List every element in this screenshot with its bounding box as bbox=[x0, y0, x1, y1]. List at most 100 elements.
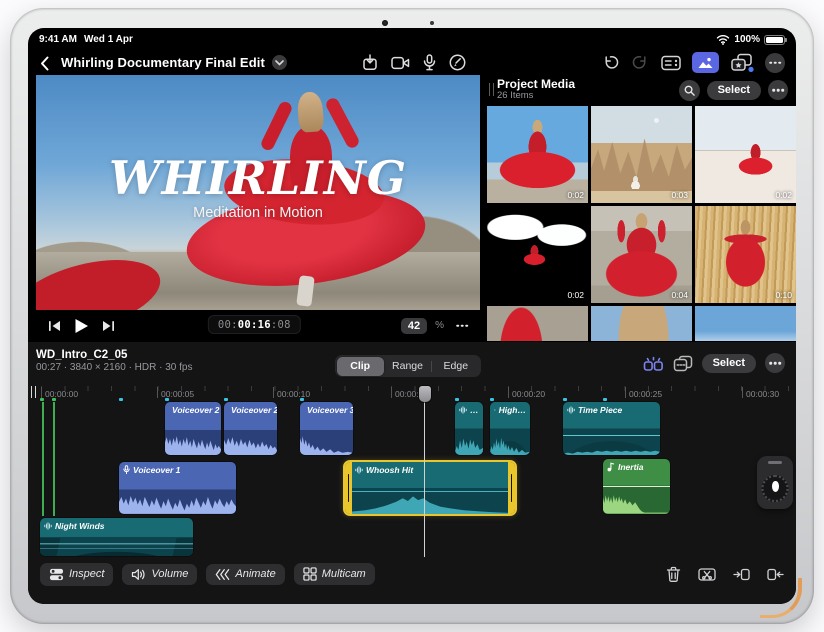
timecode-display[interactable]: 00:00:16:08 bbox=[207, 315, 301, 334]
insert-clip-button[interactable] bbox=[733, 567, 750, 582]
speaker-icon bbox=[132, 568, 146, 580]
timeline-clip-whoosh-hit-selected[interactable]: Whoosh Hit bbox=[343, 460, 517, 516]
pencil-tool-button[interactable] bbox=[449, 54, 466, 71]
insert-clip-icon bbox=[733, 568, 750, 580]
play-button[interactable] bbox=[74, 318, 89, 334]
project-media-panel: Project Media 26 Items Select 0:02 0:03 … bbox=[487, 75, 796, 341]
timeline-more-button[interactable] bbox=[765, 353, 785, 373]
back-button[interactable] bbox=[40, 56, 49, 71]
media-thumbnail[interactable]: 0:02 bbox=[487, 106, 588, 203]
timeline-clip-inertia[interactable]: Inertia bbox=[603, 459, 670, 514]
undo-button[interactable] bbox=[601, 53, 620, 72]
media-search-button[interactable] bbox=[678, 79, 700, 101]
timeline-clip-sfx-small[interactable]: … bbox=[455, 402, 483, 455]
play-icon bbox=[75, 318, 88, 333]
media-panel-title: Project Media bbox=[497, 76, 576, 91]
timeline-ruler[interactable]: 00:00:00 00:00:05 00:00:10 00:00:15 00:0… bbox=[28, 386, 796, 401]
screen: 9:41 AM Wed 1 Apr 100% Whirling Document… bbox=[28, 28, 796, 604]
status-bar: 9:41 AM Wed 1 Apr 100% bbox=[28, 31, 796, 48]
timeline-select-button[interactable]: Select bbox=[701, 353, 756, 373]
media-browser-toggle-active[interactable] bbox=[692, 52, 719, 73]
overlapping-clips-icon bbox=[673, 355, 692, 371]
ruler-start-marker bbox=[31, 386, 36, 398]
viewer-title-overlay: WHIRLING bbox=[108, 151, 408, 205]
timeline-clip-night-winds[interactable]: Night Winds bbox=[40, 518, 193, 556]
battery-icon bbox=[764, 34, 787, 45]
wifi-icon bbox=[717, 35, 730, 45]
audio-waveform-icon bbox=[355, 466, 363, 474]
bottom-toolbar: Inspect Volume Animate Multicam bbox=[28, 561, 796, 587]
jog-dial[interactable] bbox=[761, 475, 789, 502]
ruler-label: 00:00:20 bbox=[507, 386, 546, 399]
animate-button[interactable]: Animate bbox=[206, 563, 285, 585]
media-thumbnail[interactable] bbox=[591, 306, 692, 341]
jog-drag-handle[interactable] bbox=[768, 461, 782, 464]
music-note-icon bbox=[607, 462, 615, 472]
panel-drag-handle[interactable] bbox=[488, 83, 494, 96]
more-options-button[interactable] bbox=[765, 52, 785, 73]
media-thumbnail-grid: 0:02 0:03 0:02 0:02 0:04 0:10 bbox=[487, 106, 796, 341]
playhead-handle[interactable] bbox=[418, 386, 431, 402]
multicam-grid-icon bbox=[303, 567, 317, 581]
media-select-button[interactable]: Select bbox=[706, 80, 761, 100]
timeline-project-meta: 00:27 · 3840 × 2160 · HDR · 30 fps bbox=[36, 362, 193, 374]
playhead[interactable] bbox=[418, 386, 431, 557]
jog-wheel[interactable] bbox=[757, 456, 793, 509]
share-button[interactable] bbox=[362, 54, 378, 71]
ruler-label: 00:00:10 bbox=[272, 386, 311, 399]
skip-forward-button[interactable] bbox=[102, 320, 115, 332]
titles-effects-button[interactable] bbox=[730, 53, 754, 73]
media-thumbnail[interactable]: 0:02 bbox=[695, 106, 796, 203]
mode-clip[interactable]: Clip bbox=[336, 356, 384, 376]
timeline-clip-voiceover2b[interactable]: Voiceover 2 bbox=[224, 402, 277, 455]
media-thumbnail[interactable]: 0:03 bbox=[591, 106, 692, 203]
media-thumbnail[interactable] bbox=[695, 306, 796, 341]
timeline-clip-voiceover2a[interactable]: Voiceover 2 bbox=[165, 402, 221, 455]
inspect-button[interactable]: Inspect bbox=[40, 562, 114, 586]
timeline-header: WD_Intro_C2_05 00:27 · 3840 × 2160 · HDR… bbox=[28, 342, 796, 382]
mode-edge[interactable]: Edge bbox=[432, 357, 479, 376]
media-more-button[interactable] bbox=[768, 80, 788, 100]
connected-clip-line bbox=[53, 402, 55, 516]
corner-reflection bbox=[760, 578, 802, 618]
viewer-subtitle-overlay: Meditation in Motion bbox=[193, 205, 323, 221]
magnetic-timeline-button[interactable] bbox=[643, 355, 664, 372]
ruler-label: 00:00:30 bbox=[741, 386, 780, 399]
media-thumbnail[interactable]: 0:04 bbox=[591, 206, 692, 303]
edit-mode-segmented-control: Clip Range Edge bbox=[335, 355, 481, 377]
media-thumbnail[interactable] bbox=[487, 306, 588, 341]
mode-range[interactable]: Range bbox=[384, 357, 431, 376]
timeline-project-name: WD_Intro_C2_05 bbox=[36, 349, 128, 361]
record-audio-button[interactable] bbox=[423, 54, 436, 71]
blade-button[interactable] bbox=[698, 567, 716, 582]
trash-icon bbox=[666, 566, 681, 582]
skip-back-button[interactable] bbox=[48, 320, 61, 332]
media-thumbnail[interactable]: 0:10 bbox=[695, 206, 796, 303]
record-video-button[interactable] bbox=[391, 56, 410, 70]
media-thumbnail[interactable]: 0:02 bbox=[487, 206, 588, 303]
timeline-clip-high[interactable]: High… bbox=[490, 402, 530, 455]
video-viewer: WHIRLING Meditation in Motion bbox=[36, 75, 480, 310]
timeline-clip-voiceover1[interactable]: Voiceover 1 bbox=[119, 462, 236, 514]
delete-button[interactable] bbox=[666, 566, 681, 583]
multicam-button[interactable]: Multicam bbox=[293, 563, 375, 585]
timeline-clip-time-piece[interactable]: Time Piece bbox=[563, 402, 660, 455]
title-menu-button[interactable] bbox=[271, 55, 287, 70]
viewer-more-button[interactable] bbox=[452, 316, 472, 336]
project-title: Whirling Documentary Final Edit bbox=[61, 55, 265, 70]
date: Wed 1 Apr bbox=[83, 34, 133, 45]
redo-button[interactable] bbox=[631, 53, 650, 72]
volume-button[interactable]: Volume bbox=[122, 563, 198, 585]
microphone-icon bbox=[423, 54, 436, 71]
inspector-toggle-button[interactable] bbox=[661, 55, 681, 71]
timeline-tracks: Voiceover 2 Voiceover 2 Voiceover 3 … Hi… bbox=[28, 397, 796, 557]
viewer-zoom-value[interactable]: 42 bbox=[400, 317, 428, 334]
clip-star-icon bbox=[731, 53, 754, 72]
skip-back-icon bbox=[49, 320, 60, 331]
media-item-count: 26 Items bbox=[497, 90, 534, 102]
redo-icon bbox=[632, 55, 646, 69]
undo-icon bbox=[605, 55, 619, 69]
timeline-clip-voiceover3[interactable]: Voiceover 3 bbox=[300, 402, 353, 455]
ipad-device-frame: 9:41 AM Wed 1 Apr 100% Whirling Document… bbox=[10, 8, 814, 624]
clip-overlap-button[interactable] bbox=[673, 355, 693, 372]
